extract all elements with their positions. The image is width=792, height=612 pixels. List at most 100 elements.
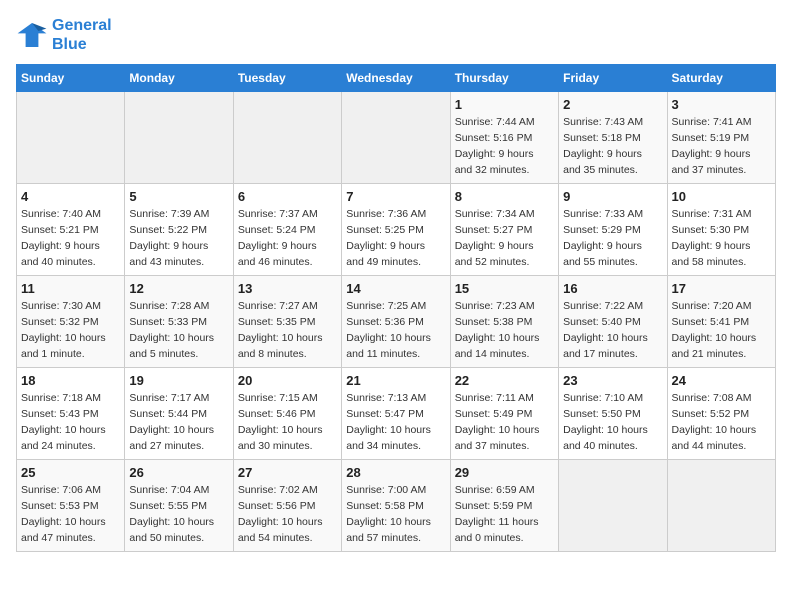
day-info: Sunrise: 7:28 AM Sunset: 5:33 PM Dayligh…: [129, 299, 228, 362]
day-number: 24: [672, 373, 771, 388]
day-number: 8: [455, 189, 554, 204]
logo: General Blue: [16, 16, 112, 54]
calendar-week-row: 4 Sunrise: 7:40 AM Sunset: 5:21 PM Daylig…: [17, 184, 776, 276]
day-number: 5: [129, 189, 228, 204]
day-number: 15: [455, 281, 554, 296]
day-number: 11: [21, 281, 120, 296]
calendar-cell: 7Sunrise: 7:36 AM Sunset: 5:25 PM Daylig…: [342, 184, 450, 276]
day-info: Sunrise: 7:18 AM Sunset: 5:43 PM Dayligh…: [21, 391, 120, 454]
calendar-cell: 5 Sunrise: 7:39 AM Sunset: 5:22 PM Daylig…: [125, 184, 233, 276]
calendar-cell: 20 Sunrise: 7:15 AM Sunset: 5:46 PM Dayli…: [233, 368, 341, 460]
day-number: 3: [672, 97, 771, 112]
day-info: Sunrise: 7:13 AM Sunset: 5:47 PM Dayligh…: [346, 391, 445, 454]
day-info: Sunrise: 7:44 AM Sunset: 5:16 PM Dayligh…: [455, 115, 554, 178]
day-number: 9: [563, 189, 662, 204]
day-info: Sunrise: 7:20 AM Sunset: 5:41 PM Dayligh…: [672, 299, 771, 362]
day-number: 14: [346, 281, 445, 296]
calendar-cell: 11 Sunrise: 7:30 AM Sunset: 5:32 PM Dayli…: [17, 276, 125, 368]
calendar-cell: [17, 92, 125, 184]
day-number: 10: [672, 189, 771, 204]
calendar-cell: 10 Sunrise: 7:31 AM Sunset: 5:30 PM Dayli…: [667, 184, 775, 276]
weekday-header-tuesday: Tuesday: [233, 65, 341, 92]
day-info: Sunrise: 7:17 AM Sunset: 5:44 PM Dayligh…: [129, 391, 228, 454]
calendar-cell: 13 Sunrise: 7:27 AM Sunset: 5:35 PM Dayli…: [233, 276, 341, 368]
calendar-cell: [125, 92, 233, 184]
day-info: Sunrise: 7:11 AM Sunset: 5:49 PM Dayligh…: [455, 391, 554, 454]
day-number: 2: [563, 97, 662, 112]
day-number: 7: [346, 189, 445, 204]
day-info: Sunrise: 7:37 AM Sunset: 5:24 PM Dayligh…: [238, 207, 337, 270]
calendar-cell: [342, 92, 450, 184]
weekday-header-thursday: Thursday: [450, 65, 558, 92]
calendar-week-row: 18 Sunrise: 7:18 AM Sunset: 5:43 PM Dayli…: [17, 368, 776, 460]
calendar-cell: 4 Sunrise: 7:40 AM Sunset: 5:21 PM Daylig…: [17, 184, 125, 276]
calendar-table: SundayMondayTuesdayWednesdayThursdayFrid…: [16, 64, 776, 552]
day-number: 13: [238, 281, 337, 296]
day-number: 16: [563, 281, 662, 296]
day-info: Sunrise: 7:23 AM Sunset: 5:38 PM Dayligh…: [455, 299, 554, 362]
day-info: Sunrise: 7:02 AM Sunset: 5:56 PM Dayligh…: [238, 483, 337, 546]
calendar-header-row: SundayMondayTuesdayWednesdayThursdayFrid…: [17, 65, 776, 92]
calendar-cell: 22 Sunrise: 7:11 AM Sunset: 5:49 PM Dayli…: [450, 368, 558, 460]
day-number: 26: [129, 465, 228, 480]
calendar-cell: 2 Sunrise: 7:43 AM Sunset: 5:18 PM Daylig…: [559, 92, 667, 184]
day-info: Sunrise: 7:43 AM Sunset: 5:18 PM Dayligh…: [563, 115, 662, 178]
day-info: Sunrise: 7:33 AM Sunset: 5:29 PM Dayligh…: [563, 207, 662, 270]
calendar-cell: 15 Sunrise: 7:23 AM Sunset: 5:38 PM Dayli…: [450, 276, 558, 368]
calendar-week-row: 11 Sunrise: 7:30 AM Sunset: 5:32 PM Dayli…: [17, 276, 776, 368]
calendar-cell: [667, 460, 775, 552]
day-number: 19: [129, 373, 228, 388]
day-info: Sunrise: 7:15 AM Sunset: 5:46 PM Dayligh…: [238, 391, 337, 454]
calendar-cell: 25Sunrise: 7:06 AM Sunset: 5:53 PM Dayli…: [17, 460, 125, 552]
calendar-cell: 24 Sunrise: 7:08 AM Sunset: 5:52 PM Dayli…: [667, 368, 775, 460]
calendar-cell: 29Sunrise: 6:59 AM Sunset: 5:59 PM Dayli…: [450, 460, 558, 552]
calendar-cell: 18 Sunrise: 7:18 AM Sunset: 5:43 PM Dayli…: [17, 368, 125, 460]
calendar-cell: 23Sunrise: 7:10 AM Sunset: 5:50 PM Dayli…: [559, 368, 667, 460]
day-number: 23: [563, 373, 662, 388]
day-number: 12: [129, 281, 228, 296]
day-info: Sunrise: 7:30 AM Sunset: 5:32 PM Dayligh…: [21, 299, 120, 362]
calendar-cell: 17Sunrise: 7:20 AM Sunset: 5:41 PM Dayli…: [667, 276, 775, 368]
calendar-cell: 28 Sunrise: 7:00 AM Sunset: 5:58 PM Dayli…: [342, 460, 450, 552]
day-info: Sunrise: 7:25 AM Sunset: 5:36 PM Dayligh…: [346, 299, 445, 362]
day-number: 25: [21, 465, 120, 480]
day-info: Sunrise: 7:31 AM Sunset: 5:30 PM Dayligh…: [672, 207, 771, 270]
weekday-header-sunday: Sunday: [17, 65, 125, 92]
day-number: 20: [238, 373, 337, 388]
calendar-cell: 26 Sunrise: 7:04 AM Sunset: 5:55 PM Dayli…: [125, 460, 233, 552]
day-info: Sunrise: 7:08 AM Sunset: 5:52 PM Dayligh…: [672, 391, 771, 454]
calendar-cell: 19 Sunrise: 7:17 AM Sunset: 5:44 PM Dayli…: [125, 368, 233, 460]
day-number: 21: [346, 373, 445, 388]
day-info: Sunrise: 7:41 AM Sunset: 5:19 PM Dayligh…: [672, 115, 771, 178]
calendar-cell: 27 Sunrise: 7:02 AM Sunset: 5:56 PM Dayli…: [233, 460, 341, 552]
day-number: 18: [21, 373, 120, 388]
day-info: Sunrise: 7:34 AM Sunset: 5:27 PM Dayligh…: [455, 207, 554, 270]
day-info: Sunrise: 7:00 AM Sunset: 5:58 PM Dayligh…: [346, 483, 445, 546]
day-info: Sunrise: 7:04 AM Sunset: 5:55 PM Dayligh…: [129, 483, 228, 546]
calendar-cell: 14 Sunrise: 7:25 AM Sunset: 5:36 PM Dayli…: [342, 276, 450, 368]
logo-text: General Blue: [52, 16, 112, 54]
day-info: Sunrise: 7:27 AM Sunset: 5:35 PM Dayligh…: [238, 299, 337, 362]
day-number: 22: [455, 373, 554, 388]
day-number: 4: [21, 189, 120, 204]
weekday-header-wednesday: Wednesday: [342, 65, 450, 92]
calendar-cell: 12 Sunrise: 7:28 AM Sunset: 5:33 PM Dayli…: [125, 276, 233, 368]
calendar-week-row: 25Sunrise: 7:06 AM Sunset: 5:53 PM Dayli…: [17, 460, 776, 552]
calendar-cell: 8 Sunrise: 7:34 AM Sunset: 5:27 PM Daylig…: [450, 184, 558, 276]
weekday-header-saturday: Saturday: [667, 65, 775, 92]
day-info: Sunrise: 7:40 AM Sunset: 5:21 PM Dayligh…: [21, 207, 120, 270]
day-info: Sunrise: 7:22 AM Sunset: 5:40 PM Dayligh…: [563, 299, 662, 362]
logo-bird-icon: [16, 19, 48, 51]
calendar-cell: [233, 92, 341, 184]
weekday-header-monday: Monday: [125, 65, 233, 92]
weekday-header-friday: Friday: [559, 65, 667, 92]
calendar-cell: 1Sunrise: 7:44 AM Sunset: 5:16 PM Daylig…: [450, 92, 558, 184]
day-number: 27: [238, 465, 337, 480]
calendar-cell: 3 Sunrise: 7:41 AM Sunset: 5:19 PM Daylig…: [667, 92, 775, 184]
day-info: Sunrise: 6:59 AM Sunset: 5:59 PM Dayligh…: [455, 483, 554, 546]
day-number: 28: [346, 465, 445, 480]
calendar-cell: 9 Sunrise: 7:33 AM Sunset: 5:29 PM Daylig…: [559, 184, 667, 276]
calendar-cell: 21 Sunrise: 7:13 AM Sunset: 5:47 PM Dayli…: [342, 368, 450, 460]
day-info: Sunrise: 7:39 AM Sunset: 5:22 PM Dayligh…: [129, 207, 228, 270]
page-header: General Blue: [16, 16, 776, 54]
